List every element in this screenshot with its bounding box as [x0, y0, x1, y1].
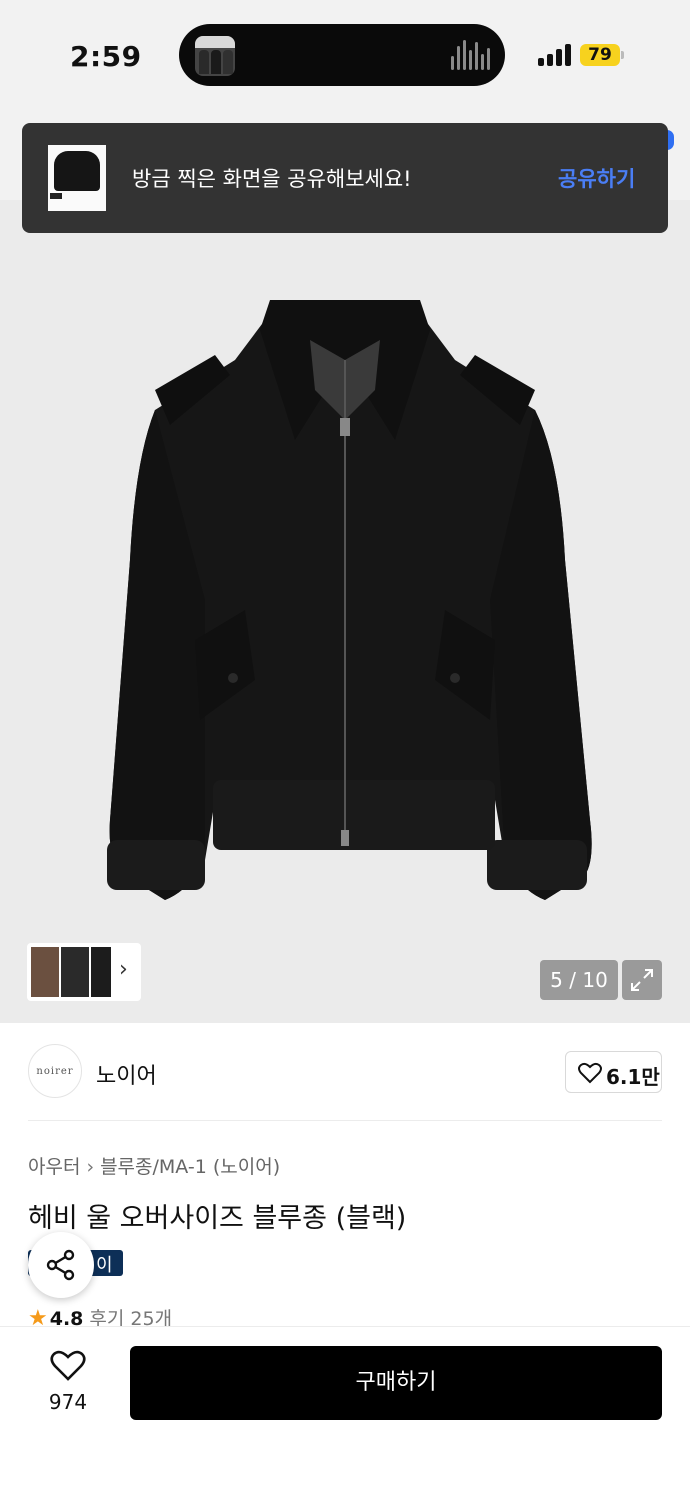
- share-toast: 방금 찍은 화면을 공유해보세요! 공유하기: [22, 123, 668, 233]
- status-bar: 2:59 79: [0, 0, 690, 120]
- share-button[interactable]: [28, 1232, 94, 1298]
- wishlist-button[interactable]: 974: [30, 1348, 106, 1418]
- breadcrumb: 아우터 › 블루종/MA-1 (노이어): [28, 1152, 280, 1179]
- product-badge-label: 이: [96, 1255, 113, 1276]
- signal-icon: [538, 44, 572, 66]
- status-time: 2:59: [70, 40, 142, 73]
- dynamic-island[interactable]: [179, 24, 505, 86]
- expand-button[interactable]: [622, 960, 662, 1000]
- buy-button[interactable]: 구매하기: [130, 1346, 662, 1420]
- brand-logo[interactable]: noirer: [28, 1044, 82, 1098]
- battery-tip: [621, 51, 624, 59]
- divider: [28, 1120, 662, 1121]
- heart-icon: [50, 1350, 86, 1381]
- battery-indicator: 79: [580, 44, 620, 66]
- brand-name[interactable]: 노이어: [96, 1058, 157, 1090]
- toast-share-button[interactable]: 공유하기: [558, 163, 635, 193]
- star-icon: ★: [28, 1306, 48, 1328]
- heart-icon: [578, 1062, 602, 1084]
- image-page-counter: 5 / 10: [540, 960, 618, 1000]
- gallery-thumbnail-strip[interactable]: ›: [27, 943, 141, 1001]
- gallery-thumbnail[interactable]: [91, 947, 111, 997]
- share-icon: [46, 1249, 75, 1281]
- brand-like-count: 6.1만: [606, 1065, 660, 1089]
- brand-like-button[interactable]: 6.1만: [565, 1051, 662, 1093]
- wishlist-count: 974: [48, 1390, 88, 1414]
- review-count[interactable]: 후기 25개: [89, 1308, 172, 1328]
- audio-waveform-icon: [451, 40, 491, 70]
- rating-score: 4.8: [49, 1308, 84, 1328]
- toast-message: 방금 찍은 화면을 공유해보세요!: [132, 167, 412, 191]
- gallery-thumbnail[interactable]: [61, 947, 89, 997]
- chevron-right-icon[interactable]: ›: [119, 957, 128, 982]
- rating-row[interactable]: ★ 4.8 후기 25개: [28, 1304, 172, 1328]
- breadcrumb-item[interactable]: 아우터: [28, 1156, 80, 1178]
- jacket-image: [107, 300, 592, 900]
- product-title: 헤비 울 오버사이즈 블루종 (블랙): [28, 1203, 407, 1234]
- expand-icon: [631, 969, 653, 991]
- breadcrumb-item[interactable]: 블루종/MA-1 (노이어): [100, 1156, 280, 1178]
- now-playing-artwork: [195, 36, 235, 76]
- chevron-right-icon: ›: [86, 1156, 95, 1178]
- gallery-thumbnail[interactable]: [31, 947, 59, 997]
- screenshot-thumbnail: [48, 145, 106, 211]
